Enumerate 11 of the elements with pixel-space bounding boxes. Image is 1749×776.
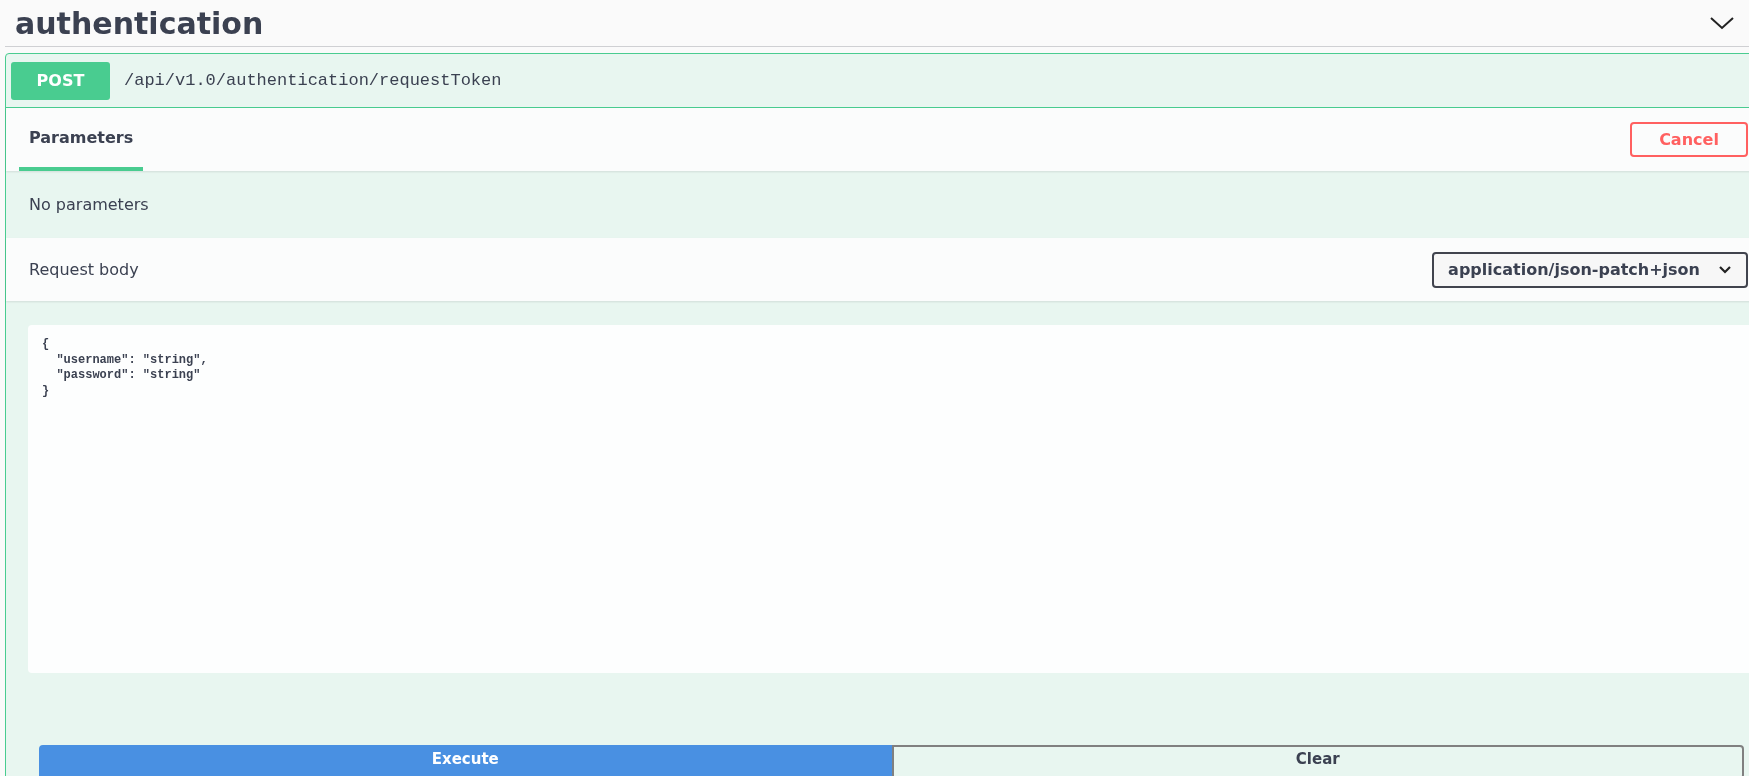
no-parameters-message: No parameters [29,195,149,214]
section-title: authentication [15,5,264,41]
method-badge: POST [11,61,110,100]
endpoint-path: /api/v1.0/authentication/requestToken [124,71,502,90]
request-body-editor[interactable]: { "username": "string", "password": "string" } [28,325,1749,673]
request-body-label: Request body [29,260,139,279]
chevron-down-icon[interactable] [1709,15,1735,31]
parameters-tab[interactable]: Parameters [19,108,144,171]
content-type-select[interactable]: application/json-patch+json [1432,251,1748,288]
clear-button[interactable]: Clear [891,745,1744,776]
caret-down-icon [1718,264,1732,275]
